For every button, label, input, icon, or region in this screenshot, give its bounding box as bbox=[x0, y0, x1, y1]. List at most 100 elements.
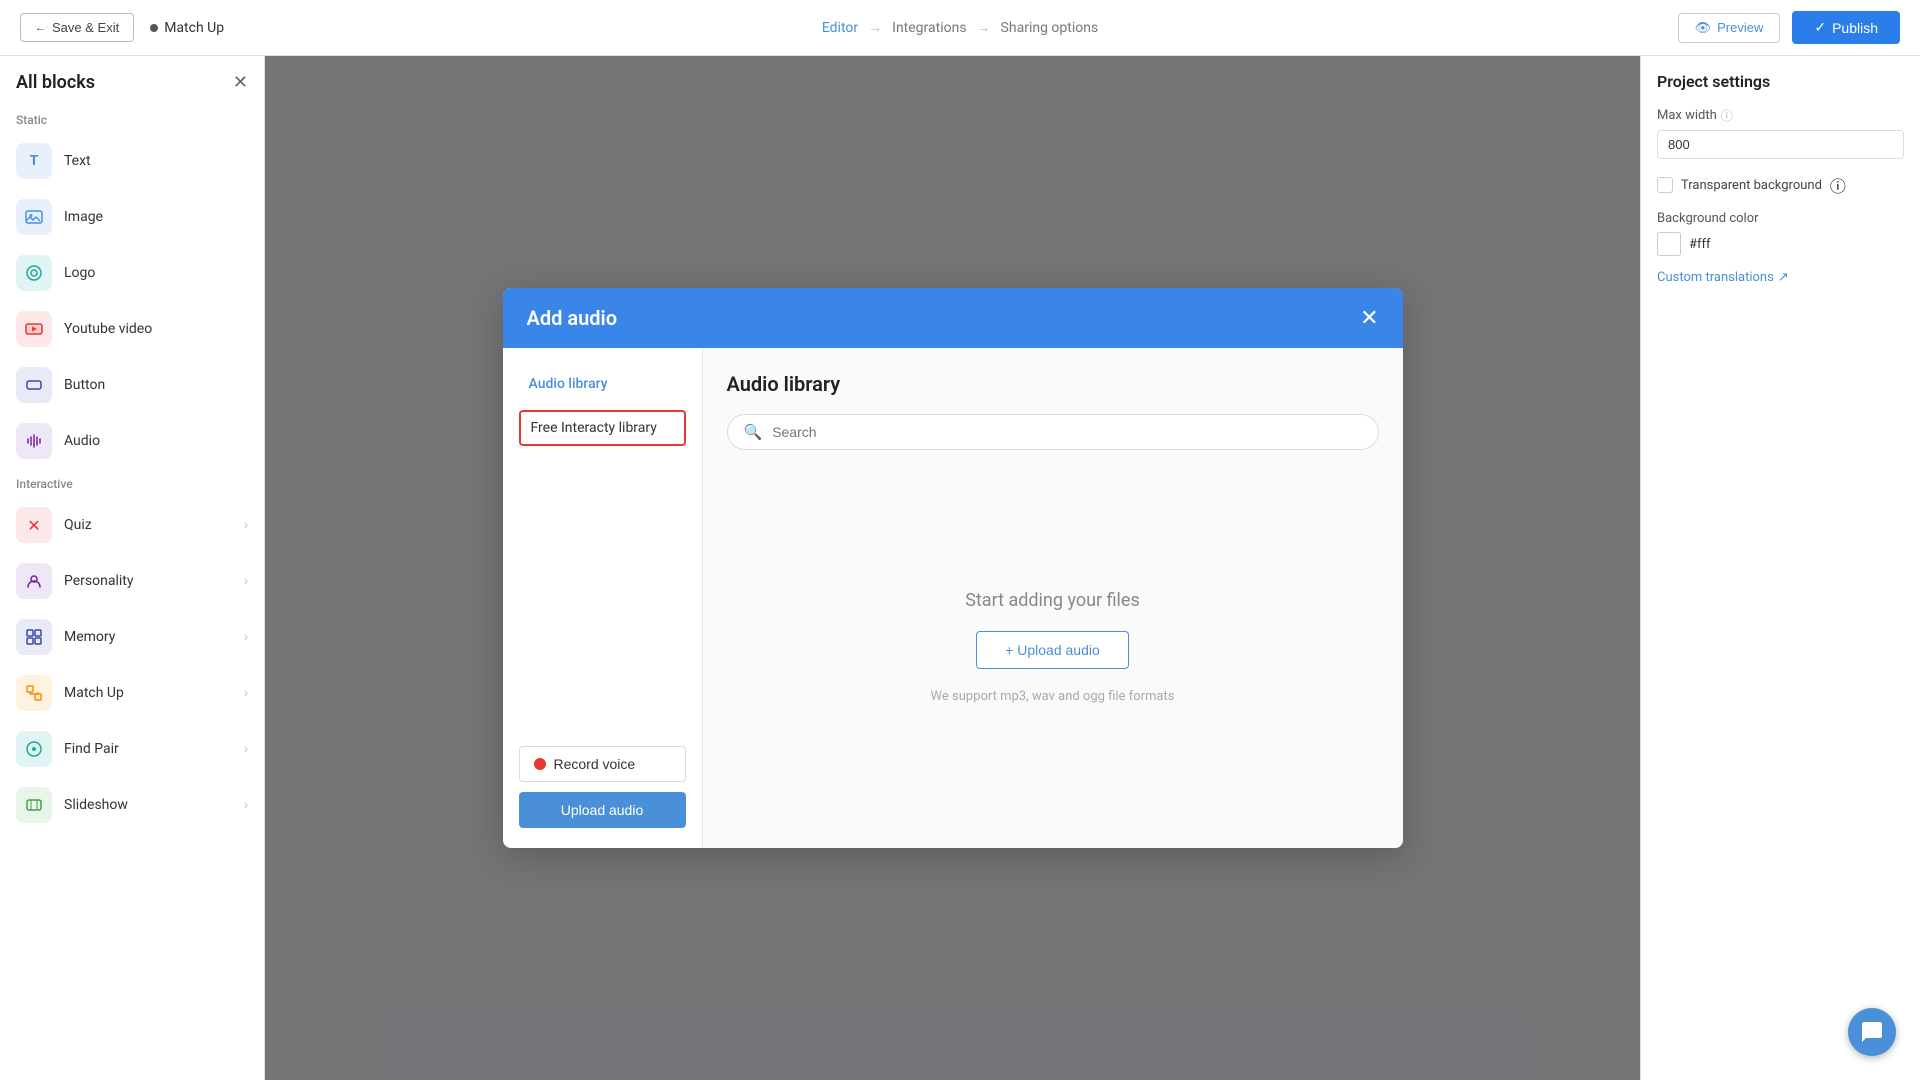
main-layout: All blocks ✕ Static T Text Image bbox=[0, 56, 1920, 1080]
logo-label: Logo bbox=[64, 265, 95, 281]
current-project-label: Match Up bbox=[150, 20, 224, 36]
youtube-label: Youtube video bbox=[64, 321, 152, 337]
transparent-bg-label: Transparent background bbox=[1681, 178, 1822, 193]
preview-button[interactable]: 👁 Preview bbox=[1678, 13, 1781, 43]
sidebar-header: All blocks ✕ bbox=[0, 72, 264, 105]
right-sidebar-title: Project settings bbox=[1657, 72, 1904, 91]
nav-free-library[interactable]: Free Interacty library bbox=[519, 410, 686, 446]
upload-audio-button[interactable]: + Upload audio bbox=[976, 631, 1129, 669]
sidebar-item-findpair[interactable]: Find Pair › bbox=[0, 721, 264, 777]
modal-section-title: Audio library bbox=[727, 372, 1379, 396]
bg-color-value: #fff bbox=[1689, 237, 1711, 252]
eye-icon: 👁 bbox=[1695, 20, 1712, 36]
slideshow-icon bbox=[16, 787, 52, 823]
personality-label: Personality bbox=[64, 573, 133, 589]
left-sidebar: All blocks ✕ Static T Text Image bbox=[0, 56, 265, 1080]
text-icon: T bbox=[16, 143, 52, 179]
quiz-label: Quiz bbox=[64, 517, 92, 533]
integrations-link[interactable]: Integrations bbox=[892, 20, 966, 36]
project-name: Match Up bbox=[164, 20, 224, 36]
search-icon: 🔍 bbox=[744, 423, 763, 441]
sidebar-item-slideshow[interactable]: Slideshow › bbox=[0, 777, 264, 833]
back-arrow-icon: ← bbox=[35, 22, 46, 34]
upload-area: Start adding your files + Upload audio W… bbox=[727, 470, 1379, 824]
text-label: Text bbox=[64, 153, 91, 169]
chevron-right-icon: › bbox=[244, 574, 248, 589]
sidebar-item-logo[interactable]: Logo bbox=[0, 245, 264, 301]
sharing-options-link[interactable]: Sharing options bbox=[1001, 20, 1099, 36]
topbar-center-nav: Editor → Integrations → Sharing options bbox=[822, 19, 1098, 36]
transparent-bg-row: Transparent background ⓘ bbox=[1657, 173, 1904, 197]
modal-overlay[interactable]: Add audio ✕ Audio library Free Interacty… bbox=[265, 56, 1640, 1080]
topbar: ← Save & Exit Match Up Editor → Integrat… bbox=[0, 0, 1920, 56]
logo-icon bbox=[16, 255, 52, 291]
image-label: Image bbox=[64, 209, 103, 225]
slideshow-label: Slideshow bbox=[64, 797, 128, 813]
transparent-bg-checkbox[interactable] bbox=[1657, 177, 1673, 193]
modal-body: Audio library Free Interacty library Rec… bbox=[503, 348, 1403, 848]
modal-left-nav: Audio library Free Interacty library Rec… bbox=[503, 348, 703, 848]
sidebar-item-personality[interactable]: Personality › bbox=[0, 553, 264, 609]
sidebar-title: All blocks bbox=[16, 72, 95, 93]
chevron-right-icon: › bbox=[244, 742, 248, 757]
support-text: We support mp3, wav and ogg file formats bbox=[931, 689, 1175, 704]
personality-icon bbox=[16, 563, 52, 599]
modal-header: Add audio ✕ bbox=[503, 288, 1403, 348]
save-exit-label: Save & Exit bbox=[52, 20, 119, 35]
sidebar-item-audio[interactable]: Audio bbox=[0, 413, 264, 469]
modal-close-button[interactable]: ✕ bbox=[1360, 307, 1378, 329]
audio-icon bbox=[16, 423, 52, 459]
topbar-right: 👁 Preview ✓ Publish bbox=[1678, 11, 1900, 44]
modal-right-content: Audio library 🔍 Start adding your files … bbox=[703, 348, 1403, 848]
max-width-input[interactable] bbox=[1657, 130, 1904, 159]
record-voice-button[interactable]: Record voice bbox=[519, 746, 686, 782]
max-width-label: Max width ⓘ bbox=[1657, 107, 1904, 124]
record-dot-icon bbox=[534, 758, 546, 770]
transparent-bg-info-icon: ⓘ bbox=[1830, 173, 1846, 197]
chevron-right-icon: › bbox=[244, 518, 248, 533]
sidebar-item-youtube[interactable]: Youtube video bbox=[0, 301, 264, 357]
publish-label: Publish bbox=[1832, 20, 1878, 36]
arrow-sep-2: → bbox=[977, 19, 991, 36]
publish-button[interactable]: ✓ Publish bbox=[1792, 11, 1900, 44]
bg-color-row: #fff bbox=[1657, 232, 1904, 256]
matchup-icon bbox=[16, 675, 52, 711]
check-icon: ✓ bbox=[1814, 19, 1826, 36]
bg-color-label: Background color bbox=[1657, 211, 1904, 226]
add-audio-modal: Add audio ✕ Audio library Free Interacty… bbox=[503, 288, 1403, 848]
editor-link[interactable]: Editor bbox=[822, 20, 858, 36]
sidebar-item-text[interactable]: T Text bbox=[0, 133, 264, 189]
memory-label: Memory bbox=[64, 629, 115, 645]
findpair-label: Find Pair bbox=[64, 741, 119, 757]
topbar-left: ← Save & Exit Match Up bbox=[20, 13, 224, 42]
sidebar-item-memory[interactable]: Memory › bbox=[0, 609, 264, 665]
button-icon bbox=[16, 367, 52, 403]
close-sidebar-button[interactable]: ✕ bbox=[233, 72, 248, 93]
color-swatch[interactable] bbox=[1657, 232, 1681, 256]
audio-label: Audio bbox=[64, 433, 100, 449]
sidebar-item-quiz[interactable]: ✕ Quiz › bbox=[0, 497, 264, 553]
right-sidebar: Project settings Max width ⓘ Transparent… bbox=[1640, 56, 1920, 1080]
save-exit-button[interactable]: ← Save & Exit bbox=[20, 13, 134, 42]
sidebar-item-button[interactable]: Button bbox=[0, 357, 264, 413]
nav-audio-library[interactable]: Audio library bbox=[519, 368, 686, 400]
search-input[interactable] bbox=[772, 424, 1361, 440]
search-bar: 🔍 bbox=[727, 414, 1379, 450]
sidebar-item-image[interactable]: Image bbox=[0, 189, 264, 245]
status-dot bbox=[150, 24, 158, 32]
sidebar-item-matchup[interactable]: Match Up › bbox=[0, 665, 264, 721]
custom-translations-link[interactable]: Custom translations ↗ bbox=[1657, 270, 1904, 285]
interactive-section-label: Interactive bbox=[0, 469, 264, 497]
memory-icon bbox=[16, 619, 52, 655]
quiz-icon: ✕ bbox=[16, 507, 52, 543]
chevron-right-icon: › bbox=[244, 798, 248, 813]
arrow-sep-1: → bbox=[868, 19, 882, 36]
external-link-icon: ↗ bbox=[1778, 270, 1789, 285]
max-width-info-icon: ⓘ bbox=[1721, 107, 1733, 124]
chevron-right-icon: › bbox=[244, 686, 248, 701]
findpair-icon bbox=[16, 731, 52, 767]
upload-audio-left-button[interactable]: Upload audio bbox=[519, 792, 686, 828]
empty-text: Start adding your files bbox=[965, 590, 1140, 611]
chat-button[interactable] bbox=[1848, 1008, 1896, 1056]
record-voice-label: Record voice bbox=[554, 756, 636, 772]
